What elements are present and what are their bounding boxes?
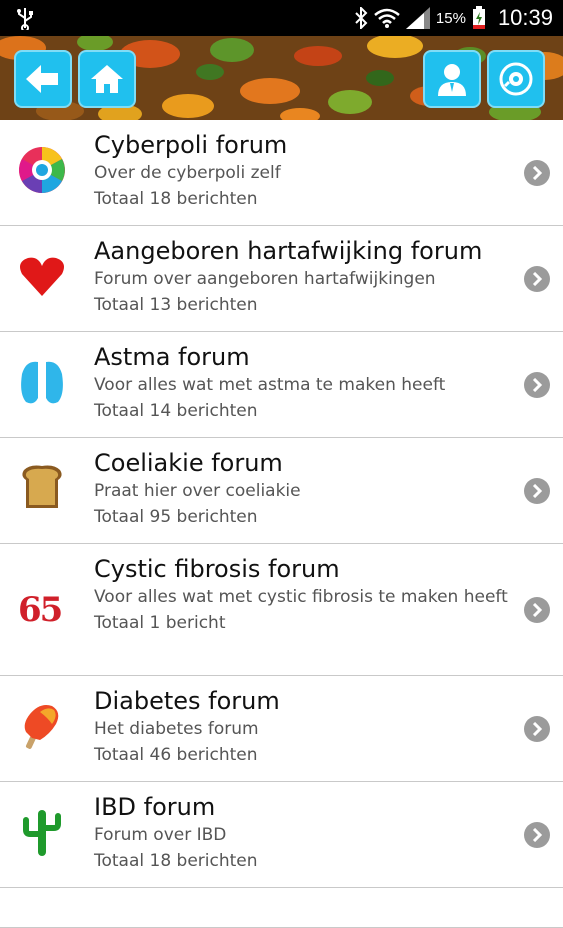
forum-row-ibd[interactable]: IBD forum Forum over IBD Totaal 18 beric… (0, 782, 563, 888)
forum-row-cyberpoli[interactable]: Cyberpoli forum Over de cyberpoli zelf T… (0, 120, 563, 226)
profile-button[interactable] (423, 50, 481, 108)
forum-row-hartafwijking[interactable]: Aangeboren hartafwijking forum Forum ove… (0, 226, 563, 332)
colorwheel-icon (19, 147, 65, 193)
number-65-icon: 65 (18, 590, 63, 630)
forum-message-count: Totaal 14 berichten (94, 401, 258, 421)
forum-message-count: Totaal 13 berichten (94, 295, 258, 315)
forum-description: Praat hier over coeliakie (94, 481, 301, 501)
settings-icon (499, 62, 533, 96)
back-button[interactable] (14, 50, 72, 108)
home-button[interactable] (78, 50, 136, 108)
wifi-icon (374, 8, 400, 28)
forum-description: Voor alles wat met cystic fibrosis te ma… (94, 587, 508, 607)
forum-row-coeliakie[interactable]: Coeliakie forum Praat hier over coeliaki… (0, 438, 563, 544)
forum-message-count: Totaal 18 berichten (94, 851, 258, 871)
forum-message-count: Totaal 95 berichten (94, 507, 258, 527)
bread-icon (22, 465, 62, 508)
settings-button[interactable] (487, 50, 545, 108)
forum-title: Diabetes forum (94, 687, 280, 715)
forum-description: Voor alles wat met astma te maken heeft (94, 375, 446, 395)
home-icon (91, 65, 123, 93)
forum-title: Astma forum (94, 343, 250, 371)
header-bar (0, 36, 563, 120)
forum-description: Forum over aangeboren hartafwijkingen (94, 269, 436, 289)
signal-icon (405, 7, 430, 29)
forum-title: Coeliakie forum (94, 449, 283, 477)
chevron-right-icon[interactable] (524, 478, 550, 504)
battery-percent: 15% (435, 9, 466, 27)
usb-icon (17, 8, 33, 30)
forum-description: Over de cyberpoli zelf (94, 163, 281, 183)
chevron-right-icon[interactable] (524, 597, 550, 623)
forum-title: Cystic fibrosis forum (94, 555, 340, 583)
forum-title: IBD forum (94, 793, 216, 821)
forum-message-count: Totaal 1 bericht (94, 613, 226, 633)
forum-row-partial[interactable] (0, 888, 563, 928)
forum-description: Forum over IBD (94, 825, 227, 845)
forum-description: Het diabetes forum (94, 719, 259, 739)
chevron-right-icon[interactable] (524, 372, 550, 398)
chevron-right-icon[interactable] (524, 266, 550, 292)
forum-row-astma[interactable]: Astma forum Voor alles wat met astma te … (0, 332, 563, 438)
popsicle-icon (24, 705, 59, 749)
forum-message-count: Totaal 18 berichten (94, 189, 258, 209)
forum-title: Cyberpoli forum (94, 131, 288, 159)
back-arrow-icon (26, 65, 58, 93)
clock: 10:39 (497, 5, 553, 30)
chevron-right-icon[interactable] (524, 160, 550, 186)
bluetooth-icon (355, 7, 368, 29)
forum-title: Aangeboren hartafwijking forum (94, 237, 483, 265)
forum-list: Cyberpoli forum Over de cyberpoli zelf T… (0, 120, 563, 928)
cactus-icon (23, 810, 61, 856)
heart-icon (20, 257, 64, 296)
status-bar: 15% 10:39 (0, 0, 563, 36)
forum-message-count: Totaal 46 berichten (94, 745, 258, 765)
battery-charging-icon (472, 6, 485, 29)
chevron-right-icon[interactable] (524, 716, 550, 742)
forum-row-cystic-fibrosis[interactable]: 65 Cystic fibrosis forum Voor alles wat … (0, 544, 563, 676)
forum-row-diabetes[interactable]: Diabetes forum Het diabetes forum Totaal… (0, 676, 563, 782)
lungs-icon (21, 361, 63, 404)
profile-icon (438, 64, 466, 96)
chevron-right-icon[interactable] (524, 822, 550, 848)
